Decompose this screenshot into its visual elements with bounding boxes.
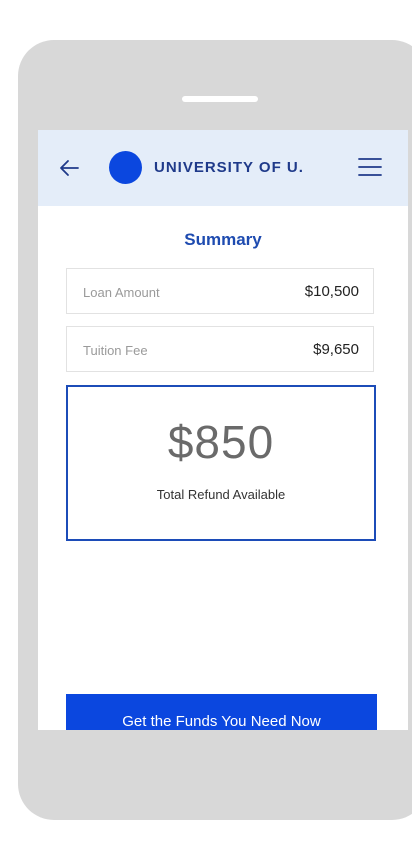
tuition-fee-label: Tuition Fee: [83, 343, 148, 358]
get-funds-button[interactable]: Get the Funds You Need Now: [66, 694, 377, 730]
loan-amount-label: Loan Amount: [83, 285, 160, 300]
refund-label: Total Refund Available: [156, 487, 286, 502]
tuition-fee-row: Tuition Fee $9,650: [66, 326, 374, 372]
hamburger-menu-icon[interactable]: [358, 157, 382, 177]
back-arrow-icon[interactable]: [58, 158, 80, 178]
university-logo: [109, 151, 142, 184]
app-header: UNIVERSITY OF U.: [38, 130, 408, 206]
loan-amount-value: $10,500: [304, 283, 359, 300]
university-name: UNIVERSITY OF U.: [154, 159, 304, 176]
loan-amount-row: Loan Amount $10,500: [66, 268, 374, 314]
refund-card: $850 Total Refund Available: [66, 385, 376, 541]
phone-screen: UNIVERSITY OF U. Summary Loan Amount $10…: [38, 130, 408, 730]
refund-amount: $850: [167, 416, 275, 468]
phone-speaker: [182, 96, 258, 102]
tuition-fee-value: $9,650: [313, 341, 359, 358]
phone-frame: UNIVERSITY OF U. Summary Loan Amount $10…: [18, 40, 412, 820]
page-title: Summary: [184, 230, 262, 249]
